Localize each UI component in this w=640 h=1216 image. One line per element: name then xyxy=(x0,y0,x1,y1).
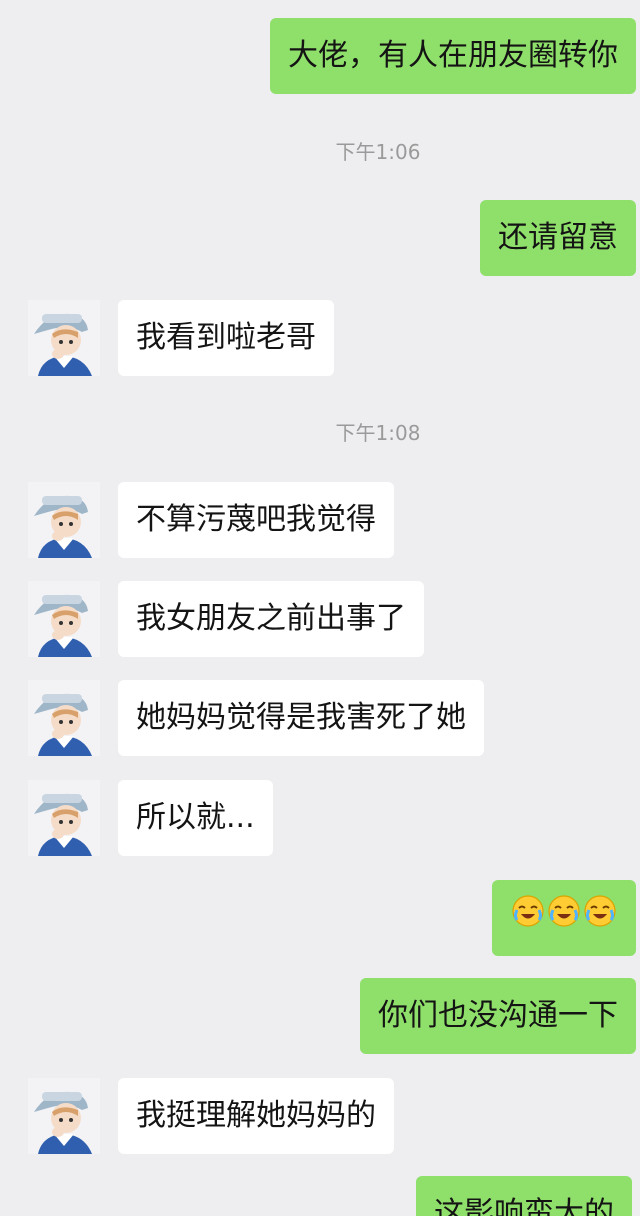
incoming-message-bubble[interactable]: 我看到啦老哥 xyxy=(118,300,334,376)
incoming-message-bubble[interactable]: 我挺理解她妈妈的 xyxy=(118,1078,394,1154)
user-avatar-icon xyxy=(28,300,100,376)
message-text: 我女朋友之前出事了 xyxy=(136,601,406,636)
message-text: 还请留意 xyxy=(498,220,618,255)
message-text: 这影响蛮大的 xyxy=(434,1196,614,1216)
incoming-message-bubble[interactable]: 我女朋友之前出事了 xyxy=(118,581,424,657)
avatar[interactable] xyxy=(28,300,100,376)
user-avatar-icon xyxy=(28,680,100,756)
outgoing-message-bubble[interactable]: 这影响蛮大的 xyxy=(416,1176,632,1216)
user-avatar-icon xyxy=(28,581,100,657)
timestamp: 下午1:06 xyxy=(335,140,421,164)
message-text: 她妈妈觉得是我害死了她 xyxy=(136,700,466,735)
outgoing-emoji-bubble[interactable] xyxy=(492,880,636,956)
message-text: 我挺理解她妈妈的 xyxy=(136,1098,376,1133)
message-text: 不算污蔑吧我觉得 xyxy=(136,502,376,537)
incoming-message-bubble[interactable]: 不算污蔑吧我觉得 xyxy=(118,482,394,558)
message-text: 所以就... xyxy=(136,800,255,835)
crying-laughing-emoji xyxy=(583,881,617,957)
avatar[interactable] xyxy=(28,1078,100,1154)
outgoing-message-bubble[interactable]: 还请留意 xyxy=(480,200,636,276)
chat-message-list[interactable]: 大佬，有人在朋友圈转你 下午1:06 还请留意 我看到啦老哥 下午1:08 不算… xyxy=(0,0,640,1216)
timestamp: 下午1:08 xyxy=(335,421,421,445)
avatar[interactable] xyxy=(28,482,100,558)
avatar[interactable] xyxy=(28,680,100,756)
user-avatar-icon xyxy=(28,1078,100,1154)
crying-laughing-emoji xyxy=(547,881,581,957)
message-text: 大佬，有人在朋友圈转你 xyxy=(288,38,618,73)
outgoing-message-bubble[interactable]: 大佬，有人在朋友圈转你 xyxy=(270,18,636,94)
user-avatar-icon xyxy=(28,482,100,558)
incoming-message-bubble[interactable]: 所以就... xyxy=(118,780,273,856)
outgoing-message-bubble[interactable]: 你们也没沟通一下 xyxy=(360,978,636,1054)
message-text: 我看到啦老哥 xyxy=(136,320,316,355)
user-avatar-icon xyxy=(28,780,100,856)
incoming-message-bubble[interactable]: 她妈妈觉得是我害死了她 xyxy=(118,680,484,756)
avatar[interactable] xyxy=(28,581,100,657)
avatar[interactable] xyxy=(28,780,100,856)
message-text: 你们也没沟通一下 xyxy=(378,998,618,1033)
crying-laughing-emoji xyxy=(511,881,545,957)
